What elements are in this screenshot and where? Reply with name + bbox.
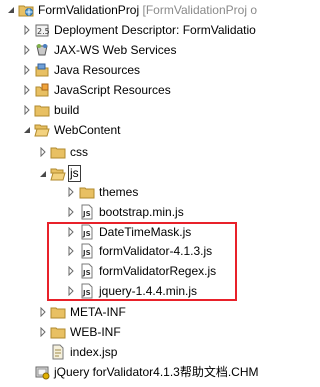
tree-item-label: build (54, 103, 80, 117)
tree-item-javascript-resources[interactable]: JavaScript Resources (0, 80, 282, 100)
open-folder-icon (34, 122, 50, 138)
project-label: FormValidationProj [FormValidationProj o (38, 3, 257, 17)
expand-arrow-icon[interactable] (22, 105, 32, 115)
tree-item-java-resources[interactable]: Java Resources (0, 60, 282, 80)
tree-item-deployment-descriptor[interactable]: 2.5 Deployment Descriptor: FormValidatio (0, 20, 282, 40)
tree-item-chm[interactable]: jQuery forValidator4.1.3帮助文档.CHM (0, 362, 282, 382)
collapse-arrow-icon[interactable] (38, 169, 48, 179)
expand-arrow-icon[interactable] (22, 25, 32, 35)
tree-item-label: bootstrap.min.js (99, 205, 184, 219)
open-folder-icon (50, 166, 66, 182)
expand-arrow-icon[interactable] (22, 85, 32, 95)
expand-arrow-icon[interactable] (38, 327, 48, 337)
web-project-icon (18, 2, 34, 18)
svg-text:JS: JS (82, 210, 91, 218)
collapse-arrow-icon[interactable] (6, 5, 16, 15)
jsp-file-icon (50, 344, 66, 360)
tree-item-label: JAX-WS Web Services (54, 43, 177, 57)
tree-item-label: css (70, 145, 88, 159)
tree-item-meta-inf[interactable]: META-INF (0, 302, 282, 322)
tree-item-label: jQuery forValidator4.1.3帮助文档.CHM (54, 365, 259, 379)
tree-item-label: index.jsp (70, 345, 118, 359)
project-location: [FormValidationProj o (142, 3, 258, 17)
deployment-descriptor-icon: 2.5 (34, 22, 50, 38)
folder-icon (50, 324, 66, 340)
project-name: FormValidationProj (38, 3, 140, 17)
expand-arrow-icon[interactable] (38, 307, 48, 317)
annotation-highlight-box (47, 222, 237, 301)
expand-arrow-icon[interactable] (66, 207, 76, 217)
tree-item-label: WEB-INF (70, 325, 121, 339)
java-resources-icon (34, 62, 50, 78)
tree-item-label: js (68, 165, 81, 182)
folder-icon (50, 304, 66, 320)
javascript-resources-icon (34, 82, 50, 98)
folder-icon (50, 144, 66, 160)
collapse-arrow-icon[interactable] (22, 125, 32, 135)
tree-item-label: META-INF (70, 305, 126, 319)
tree-item-label: WebContent (54, 123, 121, 137)
folder-icon (34, 102, 50, 118)
tree-item-themes[interactable]: themes (0, 182, 282, 202)
chm-file-icon (34, 364, 50, 380)
tree-item-build[interactable]: build (0, 100, 282, 120)
tree-item-js[interactable]: js (0, 164, 282, 184)
tree-item-label: Java Resources (54, 63, 141, 77)
expand-arrow-icon[interactable] (38, 147, 48, 157)
folder-icon (79, 184, 95, 200)
tree-item-label: Deployment Descriptor: FormValidatio (54, 23, 256, 37)
js-file-icon: JS (79, 204, 95, 220)
tree-item-bootstrap-js[interactable]: JS bootstrap.min.js (0, 202, 282, 222)
tree-item-index-jsp[interactable]: index.jsp (0, 342, 282, 362)
tree-item-web-inf[interactable]: WEB-INF (0, 322, 282, 342)
expand-arrow-icon[interactable] (22, 65, 32, 75)
tree-item-label: themes (99, 185, 139, 199)
web-services-icon (34, 42, 50, 58)
project-root-row[interactable]: FormValidationProj [FormValidationProj o (0, 0, 282, 20)
svg-text:2.5: 2.5 (37, 27, 50, 36)
tree-item-label: JavaScript Resources (54, 83, 171, 97)
project-explorer-tree: FormValidationProj [FormValidationProj o… (0, 0, 282, 387)
expand-arrow-icon[interactable] (66, 187, 76, 197)
tree-item-css[interactable]: css (0, 142, 282, 162)
expand-arrow-icon[interactable] (22, 45, 32, 55)
tree-item-jax-ws[interactable]: JAX-WS Web Services (0, 40, 282, 60)
tree-item-webcontent[interactable]: WebContent (0, 120, 282, 140)
